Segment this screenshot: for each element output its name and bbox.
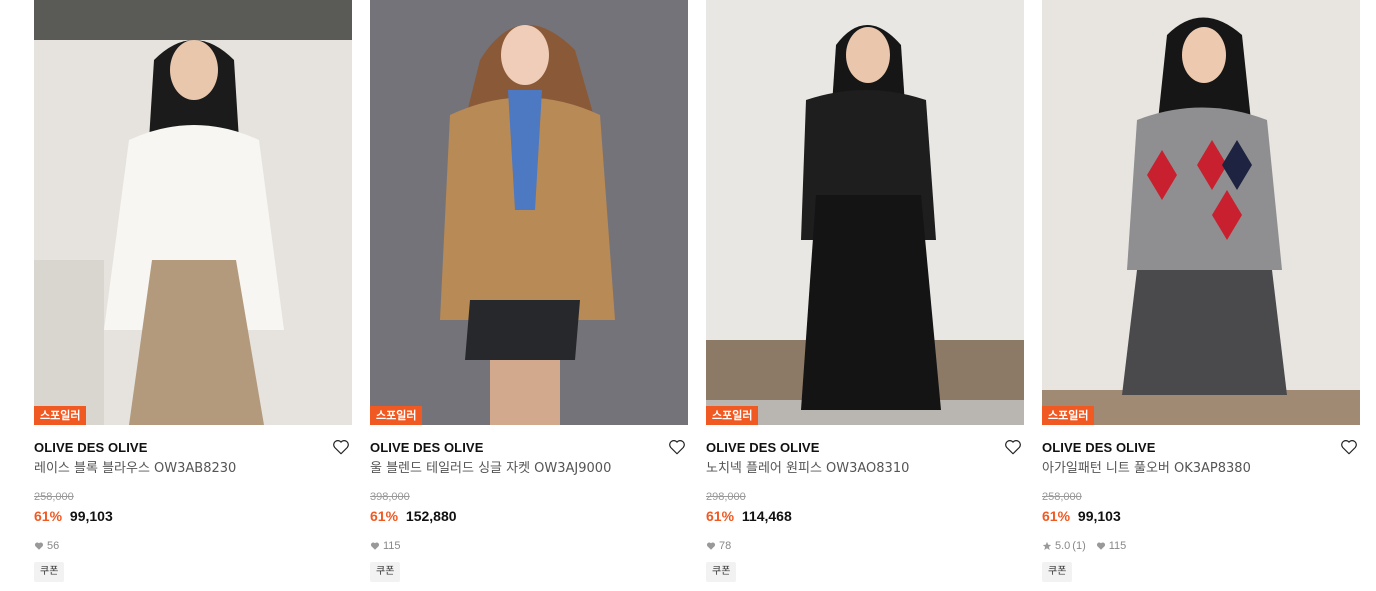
spoiler-badge: 스포일러 <box>1042 406 1095 425</box>
discount-rate: 61% <box>370 508 399 524</box>
heart-outline-icon[interactable] <box>1340 438 1358 456</box>
sale-price: 152,880 <box>405 508 457 524</box>
product-stats: 56 <box>34 539 352 553</box>
product-image[interactable]: 스포일러 <box>1042 0 1360 425</box>
discount-rate: 61% <box>706 508 735 524</box>
heart-outline-icon[interactable] <box>332 438 350 456</box>
sale-price: 99,103 <box>1077 508 1121 524</box>
brand-name[interactable]: OLIVE DES OLIVE <box>370 437 688 459</box>
price-row: 61% 152,880 <box>370 507 688 525</box>
product-name[interactable]: 노치넥 플레어 원피스 OW3AO8310 <box>706 460 1024 478</box>
heart-filled-icon <box>706 542 716 550</box>
discount-rate: 61% <box>1042 508 1071 524</box>
product-photo <box>706 0 1024 425</box>
like-count: 115 <box>1108 540 1127 552</box>
star-icon <box>1042 541 1052 550</box>
product-stats: 115 <box>370 539 688 553</box>
product-stats: 5.0 (1) 115 <box>1042 539 1360 553</box>
product-card[interactable]: 스포일러 OLIVE DES OLIVE 울 블렌드 테일러드 싱글 자켓 OW… <box>370 0 688 591</box>
rating-value: 5.0 <box>1055 540 1071 552</box>
product-image[interactable]: 스포일러 <box>370 0 688 425</box>
like-count: 78 <box>719 540 732 552</box>
product-stats: 78 <box>706 539 1024 553</box>
original-price: 258,000 <box>34 491 74 503</box>
coupon-tag: 쿠폰 <box>706 562 737 582</box>
product-image[interactable]: 스포일러 <box>34 0 352 425</box>
sale-price: 99,103 <box>69 508 113 524</box>
coupon-tag: 쿠폰 <box>1042 562 1073 582</box>
original-price: 298,000 <box>706 491 746 503</box>
product-card[interactable]: 스포일러 OLIVE DES OLIVE 노치넥 플레어 원피스 OW3AO83… <box>706 0 1024 591</box>
product-grid: 스포일러 OLIVE DES OLIVE 레이스 블록 블라우스 OW3AB82… <box>0 0 1376 591</box>
like-count: 56 <box>47 540 60 552</box>
product-name[interactable]: 레이스 블록 블라우스 OW3AB8230 <box>34 460 352 478</box>
coupon-tag: 쿠폰 <box>34 562 65 582</box>
like-count: 115 <box>383 540 401 552</box>
product-image[interactable]: 스포일러 <box>706 0 1024 425</box>
discount-rate: 61% <box>34 508 63 524</box>
heart-filled-icon <box>1096 542 1105 550</box>
product-photo <box>34 0 352 425</box>
product-name[interactable]: 아가일패턴 니트 풀오버 OK3AP8380 <box>1042 460 1360 478</box>
spoiler-badge: 스포일러 <box>706 406 759 425</box>
heart-filled-icon <box>370 542 380 550</box>
heart-outline-icon[interactable] <box>1004 438 1022 456</box>
brand-name[interactable]: OLIVE DES OLIVE <box>706 437 1024 459</box>
spoiler-badge: 스포일러 <box>370 406 423 425</box>
price-row: 61% 99,103 <box>1042 507 1360 525</box>
heart-filled-icon <box>34 542 44 550</box>
price-row: 61% 114,468 <box>706 507 1024 525</box>
review-count: (1) <box>1072 540 1086 552</box>
coupon-tag: 쿠폰 <box>370 562 401 582</box>
brand-name[interactable]: OLIVE DES OLIVE <box>34 437 352 459</box>
product-photo <box>1042 0 1360 425</box>
heart-outline-icon[interactable] <box>668 438 686 456</box>
price-row: 61% 99,103 <box>34 507 352 525</box>
original-price: 258,000 <box>1042 491 1082 503</box>
product-card[interactable]: 스포일러 OLIVE DES OLIVE 레이스 블록 블라우스 OW3AB82… <box>34 0 352 591</box>
original-price: 398,000 <box>370 491 410 503</box>
product-name[interactable]: 울 블렌드 테일러드 싱글 자켓 OW3AJ9000 <box>370 460 688 478</box>
brand-name[interactable]: OLIVE DES OLIVE <box>1042 437 1360 459</box>
product-card[interactable]: 스포일러 OLIVE DES OLIVE 아가일패턴 니트 풀오버 OK3AP8… <box>1042 0 1360 591</box>
sale-price: 114,468 <box>741 508 792 524</box>
spoiler-badge: 스포일러 <box>34 406 87 425</box>
product-photo <box>370 0 688 425</box>
